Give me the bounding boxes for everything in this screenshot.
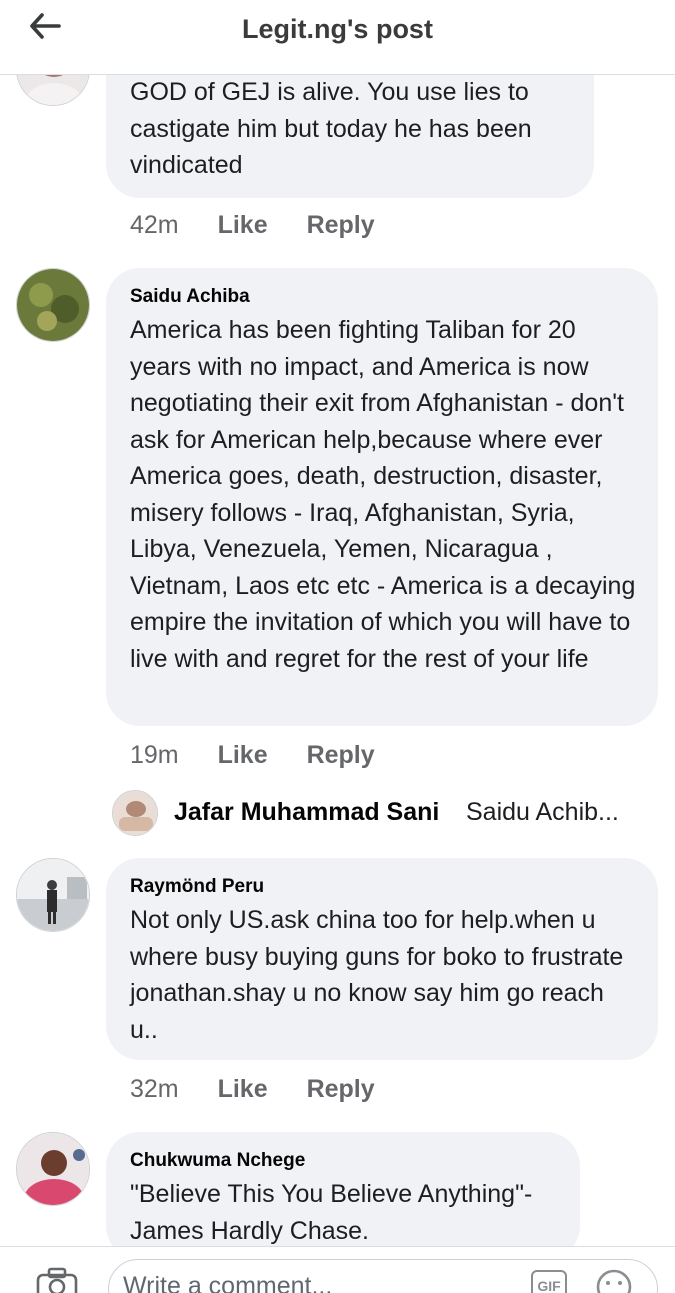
- comment-time: 32m: [130, 1075, 179, 1103]
- comment-composer: Write a comment... GIF: [0, 1246, 675, 1293]
- commenter-name[interactable]: Saidu Achiba: [130, 286, 636, 308]
- commenter-name[interactable]: Chukwuma Nchege: [130, 1150, 558, 1172]
- like-button[interactable]: Like: [218, 211, 268, 240]
- emoji-icon[interactable]: [595, 1268, 633, 1293]
- comment-bubble: Raymönd Peru Not only US.ask china too f…: [106, 858, 658, 1060]
- reply-button[interactable]: Reply: [307, 1075, 375, 1104]
- reply-snippet: Saidu Achib...: [466, 798, 619, 826]
- avatar[interactable]: [16, 858, 90, 932]
- page-title: Legit.ng's post: [242, 14, 433, 44]
- avatar[interactable]: [16, 268, 90, 342]
- top-bar: Legit.ng's post: [0, 0, 675, 75]
- comment-actions: 32m Like Reply: [130, 1075, 407, 1104]
- reply-button[interactable]: Reply: [307, 211, 375, 240]
- comment-text: GOD of GEJ is alive. You use lies to cas…: [130, 78, 532, 179]
- like-button[interactable]: Like: [218, 1075, 268, 1104]
- comment-actions: 42m Like Reply: [130, 211, 407, 240]
- comment-text: America has been fighting Taliban for 20…: [130, 316, 636, 673]
- avatar[interactable]: [112, 790, 158, 836]
- comment-placeholder: Write a comment...: [123, 1272, 333, 1293]
- comment-input[interactable]: Write a comment... GIF: [108, 1259, 658, 1293]
- commenter-name[interactable]: Raymönd Peru: [130, 876, 636, 898]
- comment-time: 19m: [130, 741, 179, 769]
- like-button[interactable]: Like: [218, 741, 268, 770]
- comment-bubble: Chukwuma Nchege "Believe This You Believ…: [106, 1132, 580, 1260]
- reply-button[interactable]: Reply: [307, 741, 375, 770]
- camera-icon[interactable]: [36, 1267, 78, 1293]
- comment-bubble: Saidu Achiba America has been fighting T…: [106, 268, 658, 726]
- avatar[interactable]: [16, 1132, 90, 1206]
- comment-time: 42m: [130, 211, 179, 239]
- comment-text: "Believe This You Believe Anything"- Jam…: [130, 1180, 533, 1245]
- comment-text: Not only US.ask china too for help.when …: [130, 906, 624, 1044]
- comment-actions: 19m Like Reply: [130, 741, 407, 770]
- gif-icon[interactable]: GIF: [531, 1270, 567, 1293]
- reply-author[interactable]: Jafar Muhammad Sani: [174, 798, 439, 827]
